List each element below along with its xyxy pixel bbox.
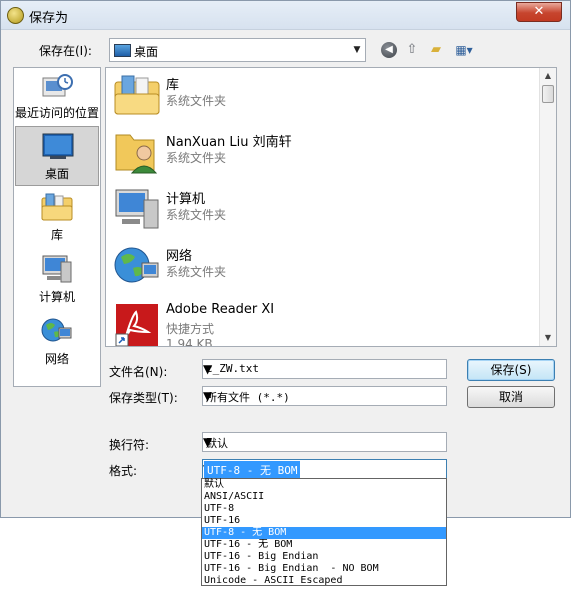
format-option[interactable]: Unicode - ASCII Escaped <box>202 575 446 587</box>
list-item[interactable]: 库 系统文件夹 <box>112 68 532 122</box>
linebreak-select[interactable]: 默认 ▼ <box>202 432 447 452</box>
title-bar[interactable]: 保存为 ✕ <box>1 1 570 30</box>
network-icon <box>41 318 72 342</box>
user-folder-icon <box>115 134 158 174</box>
libraries-icon <box>41 193 73 221</box>
up-folder-icon[interactable]: ⇧ <box>404 41 420 59</box>
format-select[interactable]: UTF-8 - 无 BOM ▼ <box>202 459 447 479</box>
list-item[interactable]: 计算机 系统文件夹 <box>112 182 532 236</box>
libraries-folder-icon <box>114 75 160 115</box>
format-label: 格式: <box>109 464 138 478</box>
new-folder-icon[interactable]: ▰ <box>427 41 445 59</box>
linebreak-label: 换行符: <box>109 438 150 452</box>
close-button[interactable]: ✕ <box>516 2 562 22</box>
file-name: NanXuan Liu 刘南轩 <box>166 135 292 150</box>
app-icon <box>7 7 24 24</box>
filename-field[interactable]: c_ZW.txt ▼ <box>202 359 447 379</box>
place-label: 网络 <box>44 352 69 366</box>
format-option[interactable]: 默认 <box>202 479 446 491</box>
list-item[interactable]: 网络 系统文件夹 <box>112 239 532 293</box>
desktop-icon <box>42 133 74 159</box>
desktop-icon <box>114 44 131 57</box>
format-value: UTF-8 - 无 BOM <box>204 461 301 479</box>
place-label: 计算机 <box>38 290 75 304</box>
place-recent[interactable]: 最近访问的位置 <box>15 70 99 126</box>
chevron-down-icon[interactable]: ▼ <box>203 433 446 451</box>
adobe-reader-icon <box>115 304 158 346</box>
computer-icon <box>42 255 72 283</box>
file-size: 1.94 KB <box>166 337 213 347</box>
format-option[interactable]: UTF-16 - Big Endian <box>202 551 446 563</box>
file-type: 系统文件夹 <box>166 265 227 279</box>
file-type: 系统文件夹 <box>166 94 227 108</box>
scroll-thumb[interactable] <box>542 85 554 103</box>
back-icon[interactable]: ◀ <box>381 42 397 58</box>
list-item[interactable]: Adobe Reader XI 快捷方式 1.94 KB <box>112 296 532 347</box>
place-libraries[interactable]: 库 <box>15 190 99 246</box>
place-network[interactable]: 网络 <box>15 314 99 370</box>
vertical-scrollbar[interactable]: ▲ ▼ <box>539 68 556 346</box>
file-name: 计算机 <box>166 192 206 207</box>
save-button[interactable]: 保存(S) <box>467 359 555 381</box>
location-combo[interactable]: 桌面 ▼ <box>109 38 366 62</box>
format-dropdown-list[interactable]: 默认 ANSI/ASCII UTF-8 UTF-16 UTF-8 - 无 BOM… <box>201 478 447 586</box>
linebreak-value: 默认 <box>206 437 228 450</box>
format-option[interactable]: UTF-16 - 无 BOM <box>202 539 446 551</box>
place-desktop[interactable]: 桌面 <box>15 126 99 186</box>
place-computer[interactable]: 计算机 <box>15 252 99 308</box>
file-type: 快捷方式 <box>166 322 215 336</box>
filetype-label: 保存类型(T): <box>109 391 178 405</box>
scroll-down-icon[interactable]: ▼ <box>540 330 556 346</box>
file-name: 网络 <box>166 249 193 264</box>
recent-places-icon <box>42 74 73 97</box>
place-label: 库 <box>50 228 63 242</box>
list-item[interactable]: NanXuan Liu 刘南轩 系统文件夹 <box>112 125 532 179</box>
computer-icon <box>115 189 159 229</box>
file-name: 库 <box>166 78 180 93</box>
chevron-down-icon[interactable]: ▼ <box>349 39 365 61</box>
format-option[interactable]: UTF-16 - Big Endian - NO BOM <box>202 563 446 575</box>
filename-value: c_ZW.txt <box>206 362 259 375</box>
place-label: 桌面 <box>44 167 69 181</box>
file-list[interactable]: 库 系统文件夹 NanXuan Liu 刘南轩 系统文件夹 计算机 系统文件夹 <box>105 67 557 347</box>
filetype-select[interactable]: 所有文件 (*.*) ▼ <box>202 386 447 406</box>
format-option-selected[interactable]: UTF-8 - 无 BOM <box>202 527 446 539</box>
places-bar: 最近访问的位置 桌面 库 计算机 网络 <box>13 67 101 387</box>
network-globe-icon <box>114 247 159 283</box>
filename-label: 文件名(N): <box>109 365 168 379</box>
file-type: 系统文件夹 <box>166 208 227 222</box>
save-in-label: 保存在(I): <box>39 44 92 58</box>
scroll-up-icon[interactable]: ▲ <box>540 68 556 84</box>
cancel-button[interactable]: 取消 <box>467 386 555 408</box>
filetype-value: 所有文件 (*.*) <box>206 391 290 404</box>
format-option[interactable]: UTF-8 <box>202 503 446 515</box>
format-option[interactable]: ANSI/ASCII <box>202 491 446 503</box>
save-as-dialog: 保存为 ✕ 保存在(I): 桌面 ▼ ◀ ⇧ ▰ ▦▾ 最近访问的位置 桌面 库… <box>0 0 571 518</box>
format-option[interactable]: UTF-16 <box>202 515 446 527</box>
file-name: Adobe Reader XI <box>166 302 275 317</box>
location-value: 桌面 <box>134 45 159 59</box>
window-title: 保存为 <box>29 11 69 26</box>
place-label: 最近访问的位置 <box>15 106 100 120</box>
file-type: 系统文件夹 <box>166 151 227 165</box>
views-icon[interactable]: ▦▾ <box>452 41 476 59</box>
